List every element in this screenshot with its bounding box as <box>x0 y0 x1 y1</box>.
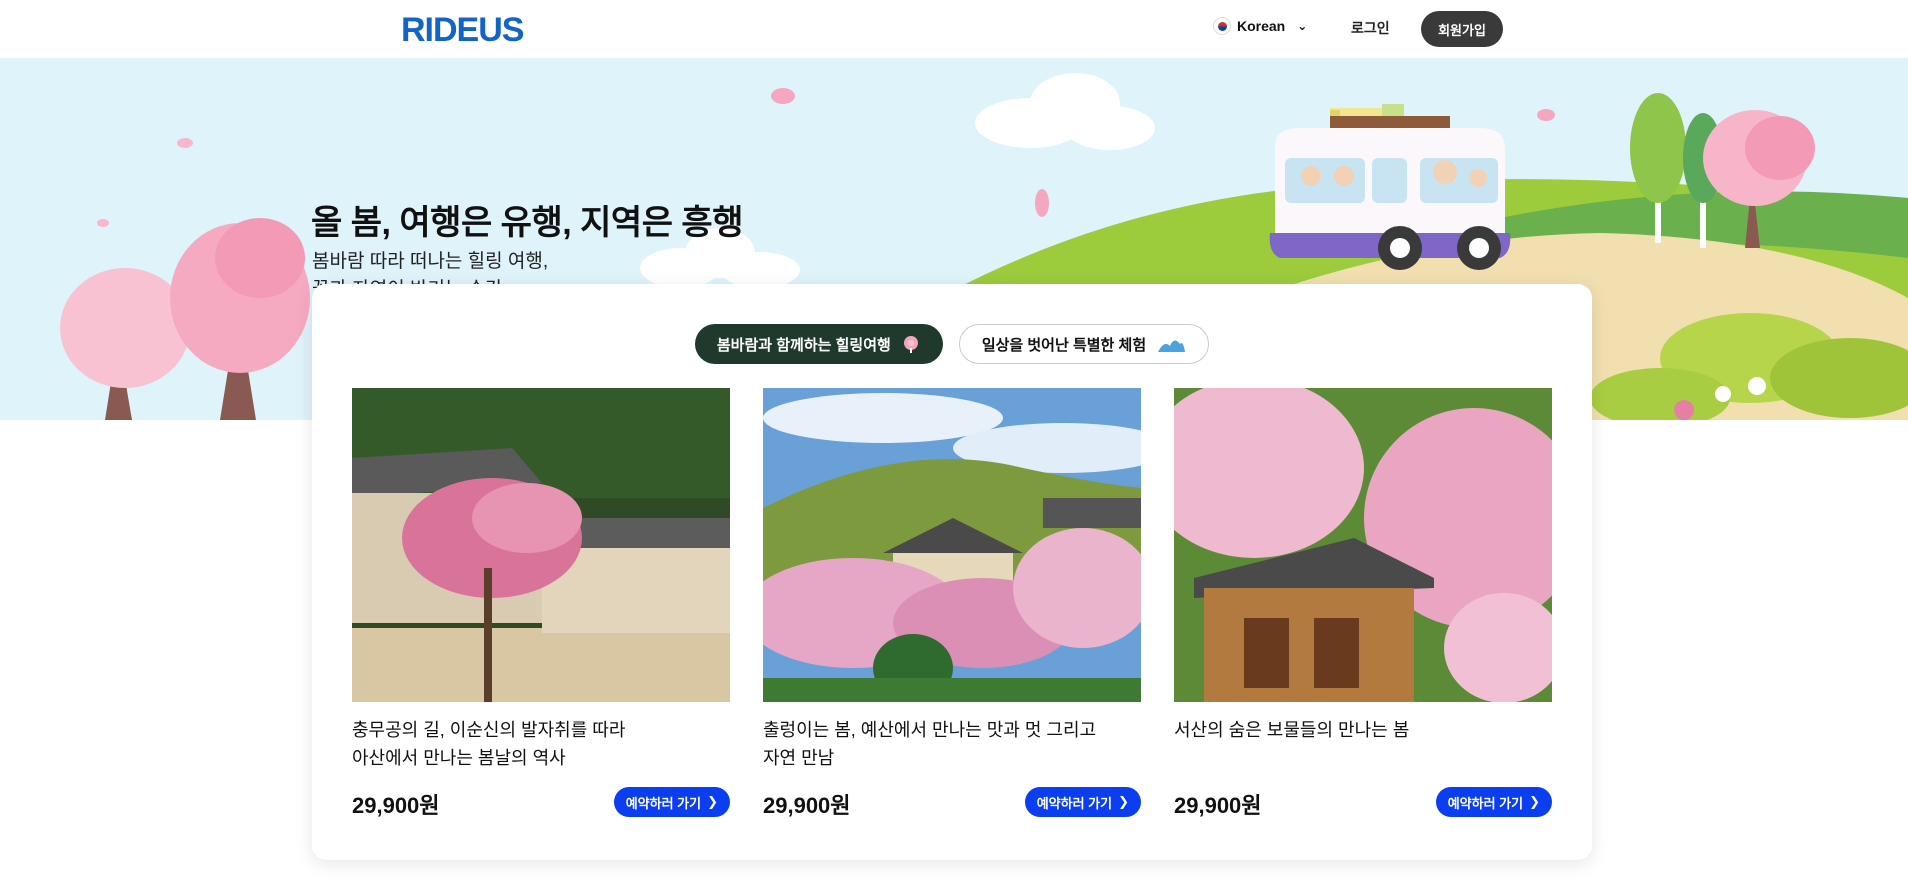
tab-special-experience[interactable]: 일상을 벗어난 특별한 체험 <box>958 324 1210 364</box>
svg-text:RIDEUS: RIDEUS <box>401 11 524 45</box>
product-photo-seosan[interactable] <box>1144 378 1584 703</box>
product-title[interactable]: 서산의 숨은 보물들의 만나는 봄 <box>1174 716 1552 744</box>
signup-button[interactable]: 회원가입 <box>1421 11 1503 47</box>
product-photo-asan[interactable] <box>352 388 730 702</box>
chevron-right-icon: ❯ <box>707 794 718 809</box>
hero-headline: 올 봄, 여행은 유행, 지역은 흥행 <box>311 204 743 242</box>
product-title[interactable]: 충무공의 길, 이순신의 발자취를 따라 아산에서 만나는 봄날의 역사 <box>352 716 730 772</box>
product-title[interactable]: 출렁이는 봄, 예산에서 만나는 맛과 멋 그리고 자연 만남 <box>763 716 1141 772</box>
tab-healing-travel[interactable]: 봄바람과 함께하는 힐링여행 <box>694 324 943 364</box>
camper-van-illustration <box>1269 104 1511 270</box>
product-price: 29,900원 <box>1174 793 1262 818</box>
chevron-right-icon: ❯ <box>1118 794 1129 809</box>
product-title-line-2: 자연 만남 <box>763 748 835 768</box>
book-button-label: 예약하러 가기 <box>625 795 702 811</box>
chevron-down-icon: ⌄ <box>1297 19 1308 33</box>
tab-label: 일상을 벗어난 특별한 체험 <box>981 336 1147 354</box>
book-button-label: 예약하러 가기 <box>1036 795 1113 811</box>
product-photo-yesan[interactable] <box>743 388 1173 702</box>
chevron-right-icon: ❯ <box>1529 794 1540 809</box>
login-link[interactable]: 로그인 <box>1351 18 1390 38</box>
product-price: 29,900원 <box>352 793 440 818</box>
product-card[interactable]: 충무공의 길, 이순신의 발자취를 따라 아산에서 만나는 봄날의 역사 29,… <box>352 388 730 828</box>
product-card-panel: 봄바람과 함께하는 힐링여행 일상을 벗어난 특별한 체험 충무공의 길, 이순… <box>312 284 1592 860</box>
product-price: 29,900원 <box>763 793 851 818</box>
book-button[interactable]: 예약하러 가기 ❯ <box>1024 787 1141 817</box>
book-button[interactable]: 예약하러 가기 ❯ <box>1435 787 1552 817</box>
product-title-line-1: 서산의 숨은 보물들의 만나는 봄 <box>1174 720 1410 740</box>
product-title-line-1: 충무공의 길, 이순신의 발자취를 따라 <box>352 720 626 740</box>
language-selector[interactable]: Korean ⌄ <box>1213 17 1307 35</box>
book-button[interactable]: 예약하러 가기 ❯ <box>613 787 730 817</box>
product-list: 충무공의 길, 이순신의 발자취를 따라 아산에서 만나는 봄날의 역사 29,… <box>352 378 1584 828</box>
product-card[interactable]: 출렁이는 봄, 예산에서 만나는 맛과 멋 그리고 자연 만남 29,900원 … <box>743 388 1173 828</box>
cherry-blossom-icon <box>903 336 918 353</box>
category-tabs: 봄바람과 함께하는 힐링여행 일상을 벗어난 특별한 체험 <box>312 324 1592 364</box>
hero-subtitle-line-1: 봄바람 따라 떠나는 힐링 여행, <box>312 251 549 272</box>
tab-label: 봄바람과 함께하는 힐링여행 <box>716 336 891 354</box>
rideus-logo[interactable]: RIDEUS <box>401 11 551 45</box>
wave-icon <box>1158 340 1186 352</box>
product-card[interactable]: 서산의 숨은 보물들의 만나는 봄 29,900원 예약하러 가기 ❯ <box>1144 378 1584 828</box>
product-title-line-1: 출렁이는 봄, 예산에서 만나는 맛과 멋 그리고 <box>763 720 1097 740</box>
book-button-label: 예약하러 가기 <box>1447 795 1524 811</box>
top-header: RIDEUS Korean ⌄ 로그인 회원가입 <box>0 0 1908 58</box>
product-title-line-2: 아산에서 만나는 봄날의 역사 <box>352 748 566 768</box>
korea-flag-icon <box>1213 17 1231 35</box>
language-label: Korean <box>1237 18 1286 34</box>
